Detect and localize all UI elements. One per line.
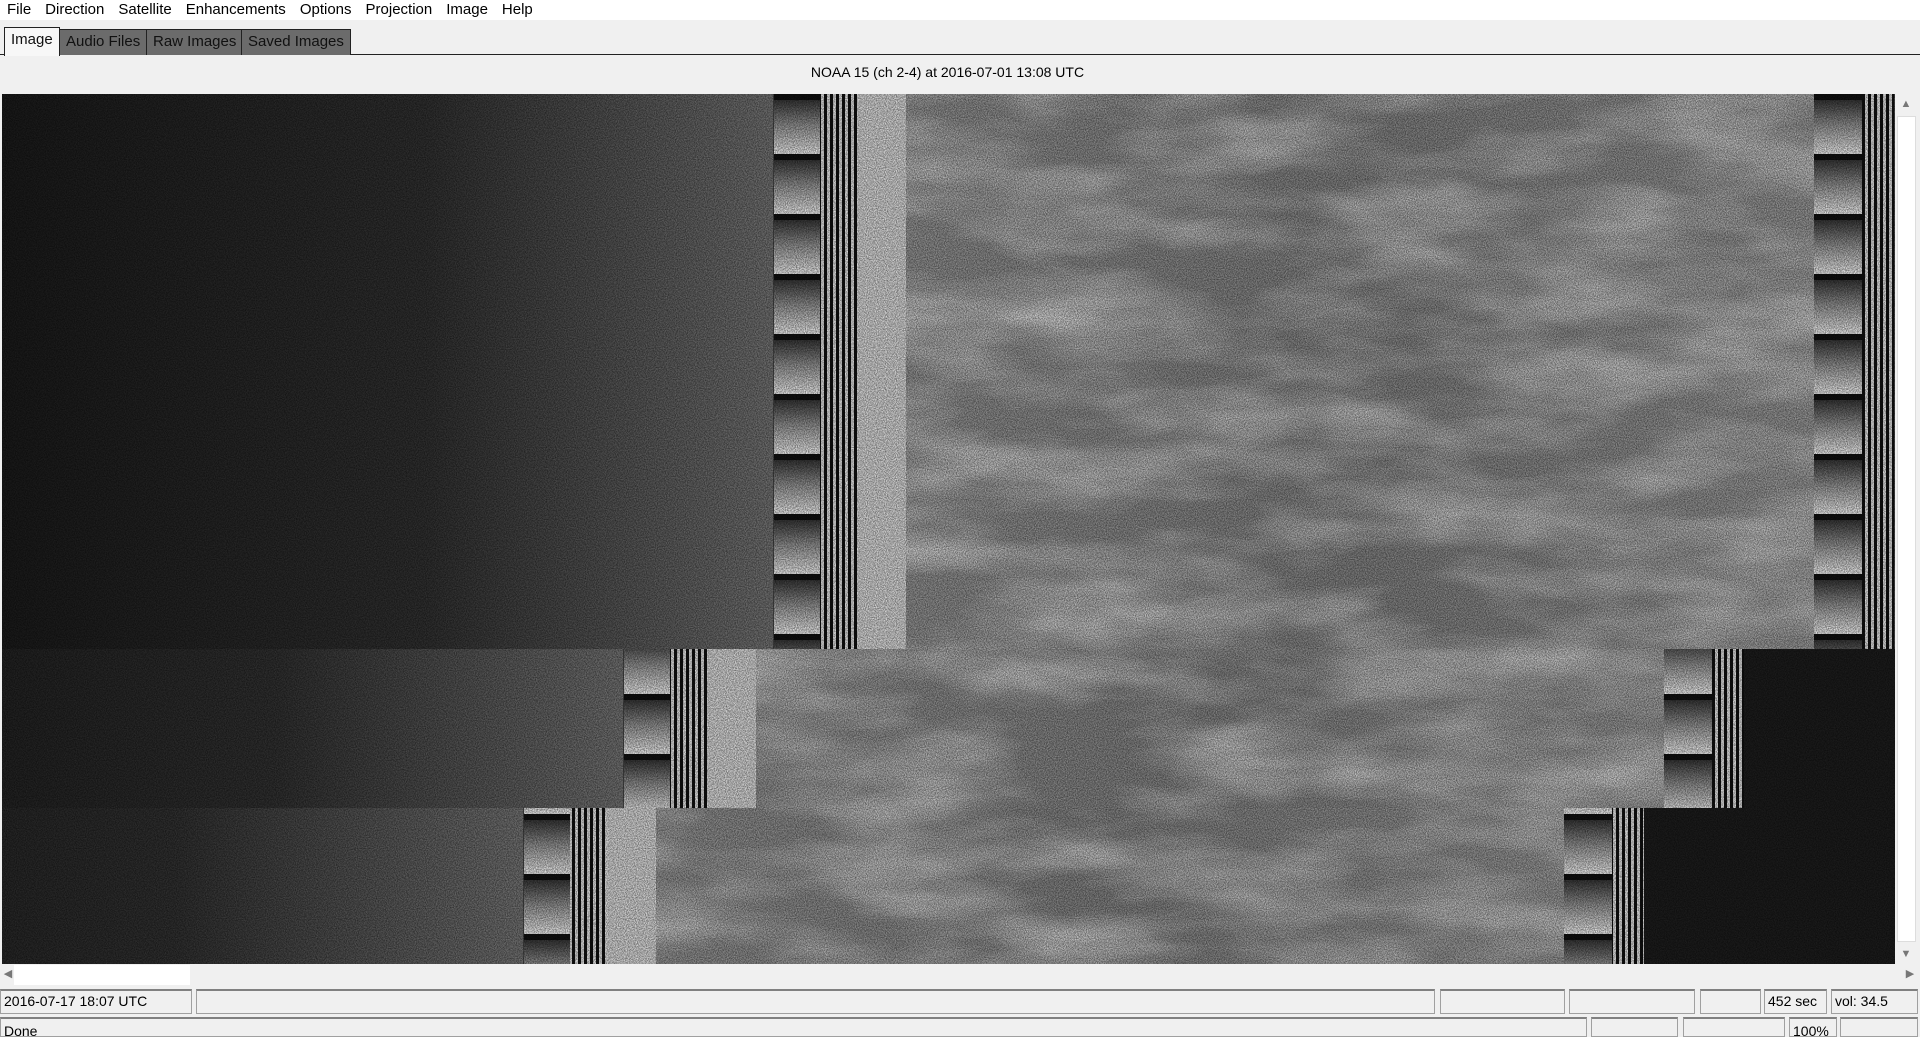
- status-field-3: [1569, 989, 1695, 1014]
- satellite-image-canvas: [2, 94, 1895, 964]
- menu-options[interactable]: Options: [293, 1, 359, 19]
- vertical-scroll-thumb[interactable]: [1897, 116, 1916, 942]
- satellite-image[interactable]: [2, 94, 1895, 964]
- vertical-scrollbar[interactable]: ▲ ▼: [1895, 94, 1918, 964]
- menu-satellite[interactable]: Satellite: [111, 1, 178, 19]
- status-field-main: [196, 989, 1435, 1014]
- status-field-5: [1591, 1017, 1678, 1037]
- status-volume: vol: 34.5: [1831, 989, 1918, 1014]
- tab-audio-files[interactable]: Audio Files: [59, 29, 148, 55]
- scroll-down-icon[interactable]: ▼: [1898, 944, 1914, 964]
- horizontal-scrollbar[interactable]: ◀ ▶: [0, 964, 1918, 986]
- tab-bar: Image Audio Files Raw Images Saved Image…: [0, 22, 1920, 56]
- menu-direction[interactable]: Direction: [38, 1, 111, 19]
- image-noise-overlay: [2, 94, 1895, 964]
- status-zoom: 100%: [1789, 1017, 1837, 1037]
- menu-enhancements[interactable]: Enhancements: [179, 1, 293, 19]
- menu-file[interactable]: File: [0, 1, 38, 19]
- status-message: Done: [0, 1017, 1587, 1037]
- menu-help[interactable]: Help: [495, 1, 540, 19]
- status-datetime: 2016-07-17 18:07 UTC: [0, 989, 192, 1014]
- scroll-right-icon[interactable]: ▶: [1902, 964, 1918, 984]
- menu-bar: File Direction Satellite Enhancements Op…: [0, 0, 1920, 20]
- menu-image[interactable]: Image: [439, 1, 495, 19]
- scroll-up-icon[interactable]: ▲: [1898, 94, 1914, 114]
- menu-projection[interactable]: Projection: [359, 1, 440, 19]
- tab-saved-images[interactable]: Saved Images: [241, 29, 351, 55]
- status-duration: 452 sec: [1764, 989, 1827, 1014]
- status-field-7: [1840, 1017, 1918, 1037]
- status-field-4: [1700, 989, 1761, 1014]
- tab-image[interactable]: Image: [4, 27, 60, 56]
- status-field-2: [1440, 989, 1565, 1014]
- tab-raw-images[interactable]: Raw Images: [146, 29, 244, 55]
- horizontal-scroll-thumb[interactable]: [14, 965, 190, 985]
- status-field-6: [1683, 1017, 1785, 1037]
- image-title: NOAA 15 (ch 2-4) at 2016-07-01 13:08 UTC: [810, 64, 1085, 80]
